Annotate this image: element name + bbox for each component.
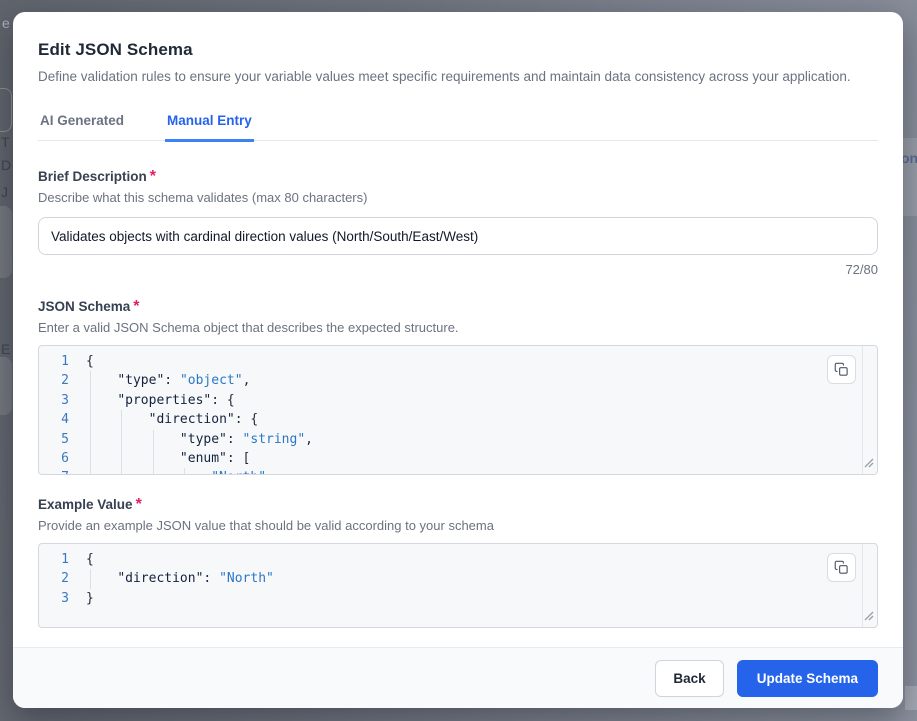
- code-line: 7 "North",: [39, 468, 877, 475]
- dimmed-page-backdrop: e T D J E on Edit JSON Schema Define val…: [0, 0, 917, 721]
- backdrop-text-fragment: e: [2, 15, 10, 31]
- update-schema-button[interactable]: Update Schema: [737, 660, 878, 697]
- line-number: 1: [39, 550, 69, 569]
- edit-json-schema-dialog: Edit JSON Schema Define validation rules…: [13, 12, 903, 708]
- line-number: 1: [39, 352, 69, 371]
- character-counter: 72/80: [38, 262, 878, 277]
- required-asterisk: *: [150, 168, 156, 185]
- indent-guide: [90, 468, 91, 475]
- code-line: 3}: [39, 589, 877, 608]
- copy-button[interactable]: [827, 355, 856, 384]
- code-line: 4 "direction": {: [39, 410, 877, 429]
- indent-guide: [90, 449, 91, 468]
- backdrop-panel: [0, 88, 12, 132]
- backdrop-text-fragment: E: [1, 341, 10, 357]
- required-asterisk: *: [133, 298, 139, 315]
- json-schema-label: JSON Schema*: [38, 298, 878, 316]
- backdrop-panel: [905, 686, 917, 710]
- code-line: 6 "enum": [: [39, 449, 877, 468]
- code-line: 1{: [39, 352, 877, 371]
- line-number: 2: [39, 569, 69, 588]
- tab-ai-generated[interactable]: AI Generated: [38, 113, 126, 142]
- line-number: 2: [39, 371, 69, 390]
- tab-bar: AI Generated Manual Entry: [38, 113, 878, 141]
- dialog-content: Edit JSON Schema Define validation rules…: [13, 12, 903, 647]
- indent-guide: [184, 468, 185, 475]
- line-number: 5: [39, 430, 69, 449]
- example-value-label: Example Value*: [38, 496, 878, 514]
- indent-guide: [121, 410, 122, 429]
- indent-guide: [121, 449, 122, 468]
- indent-guide: [153, 430, 154, 449]
- dialog-description: Define validation rules to ensure your v…: [38, 69, 878, 84]
- brief-description-label: Brief Description*: [38, 168, 878, 186]
- line-number: 6: [39, 449, 69, 468]
- indent-guide: [90, 410, 91, 429]
- line-number: 3: [39, 391, 69, 410]
- line-number: 7: [39, 468, 69, 475]
- example-value-field: Example Value* Provide an example JSON v…: [38, 496, 878, 628]
- backdrop-link-fragment: on: [901, 150, 917, 166]
- indent-guide: [90, 371, 91, 390]
- code-lines: 1{2 "direction": "North"3}: [39, 544, 877, 608]
- backdrop-panel: [0, 357, 12, 415]
- indent-guide: [90, 569, 91, 588]
- code-line: 3 "properties": {: [39, 391, 877, 410]
- code-lines: 1{2 "type": "object",3 "properties": {4 …: [39, 346, 877, 475]
- dialog-title: Edit JSON Schema: [38, 40, 878, 60]
- required-asterisk: *: [136, 496, 142, 513]
- tab-manual-entry[interactable]: Manual Entry: [165, 113, 254, 142]
- indent-guide: [121, 430, 122, 449]
- indent-guide: [153, 468, 154, 475]
- indent-guide: [121, 468, 122, 475]
- back-button[interactable]: Back: [655, 660, 723, 697]
- brief-description-helper: Describe what this schema validates (max…: [38, 190, 878, 205]
- example-value-code-editor[interactable]: 1{2 "direction": "North"3}: [38, 543, 878, 628]
- indent-guide: [90, 430, 91, 449]
- backdrop-panel: [0, 206, 12, 278]
- code-line: 1{: [39, 550, 877, 569]
- example-value-helper: Provide an example JSON value that shoul…: [38, 518, 878, 533]
- line-number: 4: [39, 410, 69, 429]
- brief-description-input[interactable]: [38, 217, 878, 255]
- brief-description-field: Brief Description* Describe what this sc…: [38, 168, 878, 277]
- json-schema-field: JSON Schema* Enter a valid JSON Schema o…: [38, 298, 878, 475]
- resize-handle[interactable]: [864, 457, 874, 472]
- json-schema-code-editor[interactable]: 1{2 "type": "object",3 "properties": {4 …: [38, 345, 878, 475]
- backdrop-text-fragment: T: [1, 134, 10, 150]
- dialog-footer: Back Update Schema: [13, 647, 903, 708]
- json-schema-helper: Enter a valid JSON Schema object that de…: [38, 320, 878, 335]
- line-number: 3: [39, 589, 69, 608]
- copy-button[interactable]: [827, 553, 856, 582]
- indent-guide: [90, 391, 91, 410]
- indent-guide: [153, 449, 154, 468]
- resize-handle[interactable]: [864, 610, 874, 625]
- copy-icon: [834, 362, 849, 377]
- code-line: 2 "type": "object",: [39, 371, 877, 390]
- backdrop-text-fragment: D: [1, 157, 11, 173]
- code-line: 5 "type": "string",: [39, 430, 877, 449]
- code-line: 2 "direction": "North": [39, 569, 877, 588]
- backdrop-text-fragment: J: [1, 184, 8, 200]
- copy-icon: [834, 560, 849, 575]
